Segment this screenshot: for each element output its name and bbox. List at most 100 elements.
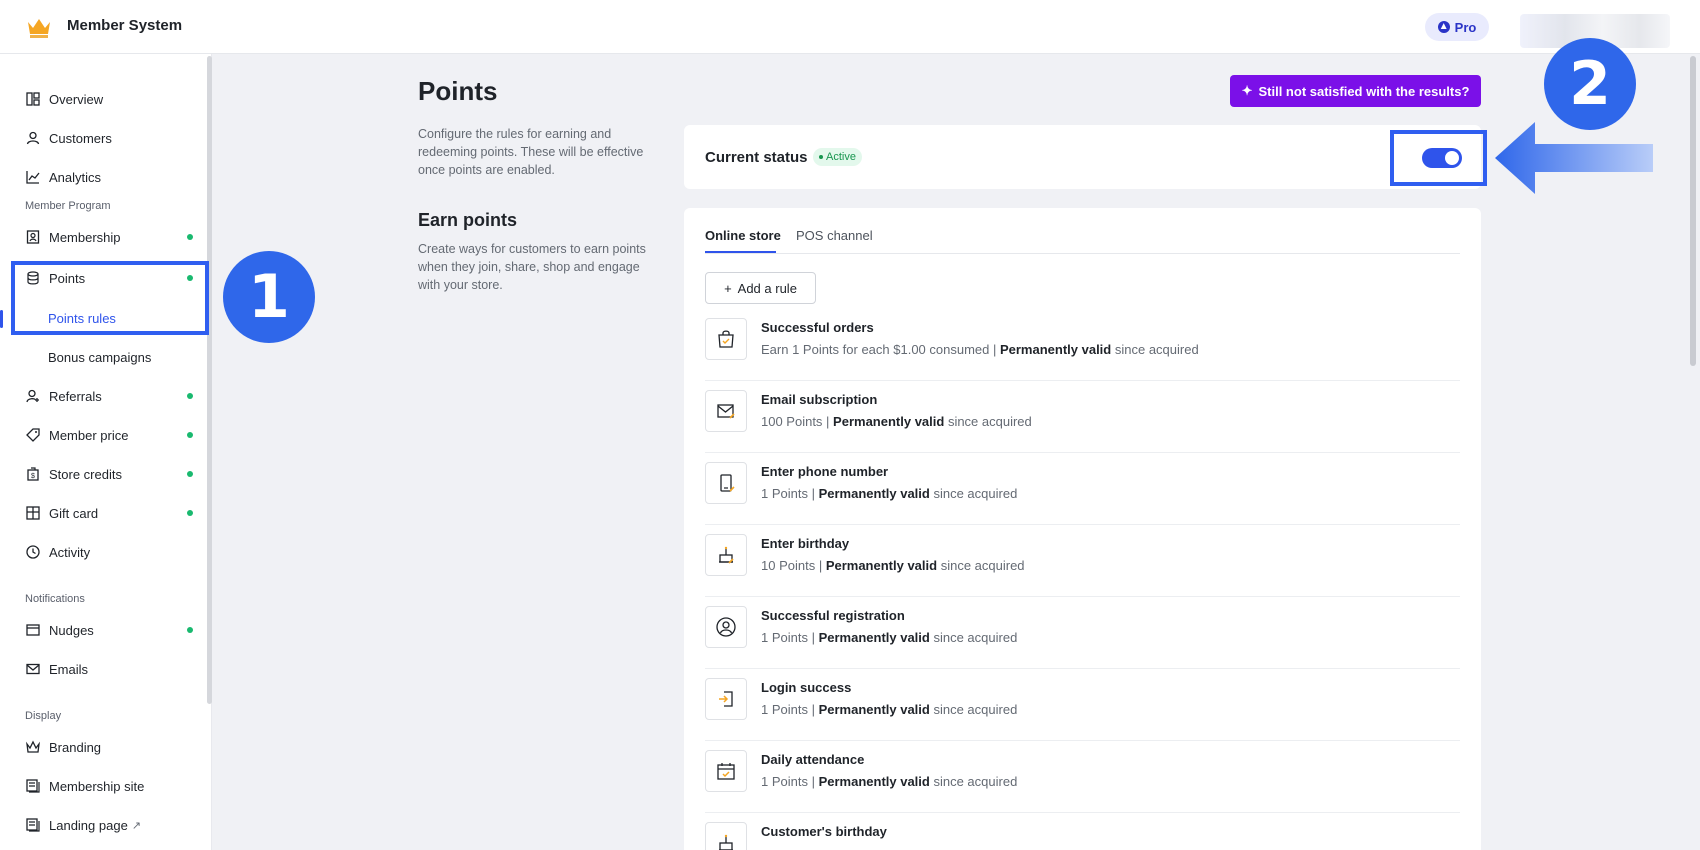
user-icon <box>25 131 40 146</box>
page-icon <box>25 779 40 794</box>
crown-logo-icon <box>28 19 50 38</box>
rule-item[interactable]: Login success 1 Points | Permanently val… <box>705 669 1460 741</box>
rule-description: 1 Points | Permanently valid since acqui… <box>761 702 1018 717</box>
step-number-2: 2 <box>1544 38 1636 130</box>
mail-icon <box>25 662 40 677</box>
svg-text:$: $ <box>31 473 35 480</box>
rule-item[interactable]: Customer's birthday <box>705 813 1460 850</box>
sidebar-item-label: Activity <box>49 544 91 560</box>
user-add-icon <box>25 389 40 404</box>
sidebar-item-label: Customers <box>49 130 112 146</box>
sidebar-item-label: Membership site <box>49 778 145 794</box>
tab-online-store[interactable]: Online store <box>705 228 781 243</box>
active-tab-underline <box>705 251 776 253</box>
step-number-1: 1 <box>223 251 315 343</box>
rule-title: Email subscription <box>761 392 878 407</box>
rule-title: Successful registration <box>761 608 905 623</box>
sidebar-item-membership[interactable]: Membership <box>0 219 205 255</box>
rule-description: Earn 1 Points for each $1.00 consumed | … <box>761 342 1199 357</box>
sparkle-icon: ✦ <box>1241 83 1253 98</box>
sidebar-item-label: Membership <box>49 229 121 245</box>
sidebar-item-gift-card[interactable]: Gift card <box>0 495 205 531</box>
earn-points-description: Create ways for customers to earn points… <box>418 242 646 292</box>
tab-pos-channel[interactable]: POS channel <box>796 228 873 243</box>
sidebar-item-analytics[interactable]: Analytics <box>0 159 205 195</box>
pro-plan-badge[interactable]: ▲ Pro <box>1425 13 1489 41</box>
phone-icon <box>705 462 747 504</box>
rule-title: Login success <box>761 680 852 695</box>
rule-item[interactable]: Enter birthday 10 Points | Permanently v… <box>705 525 1460 597</box>
status-card: Current status Active <box>684 125 1481 189</box>
clock-icon <box>25 545 40 560</box>
sidebar-item-label: Landing page <box>49 817 128 833</box>
rule-description: 100 Points | Permanently valid since acq… <box>761 414 1032 429</box>
add-rule-button[interactable]: + Add a rule <box>705 272 816 304</box>
sidebar-item-nudges[interactable]: Nudges <box>0 612 205 648</box>
rule-description: 1 Points | Permanently valid since acqui… <box>761 486 1018 501</box>
status-dot <box>187 393 193 399</box>
rule-description: 1 Points | Permanently valid since acqui… <box>761 630 1018 645</box>
tag-icon <box>25 428 40 443</box>
rule-title: Daily attendance <box>761 752 865 767</box>
sidebar-item-branding[interactable]: Branding <box>0 729 205 765</box>
badge-icon <box>25 230 40 245</box>
status-dot <box>187 510 193 516</box>
plus-icon: + <box>724 280 732 296</box>
ai-button-label: Still not satisfied with the results? <box>1258 83 1470 99</box>
sidebar-item-label: Overview <box>49 91 104 107</box>
chart-icon <box>25 170 40 185</box>
gift-icon <box>25 506 40 521</box>
arrow-left-icon <box>1495 122 1653 194</box>
sidebar-scrollbar[interactable] <box>207 56 212 704</box>
account-icon <box>705 606 747 648</box>
sidebar-subitem-bonus-campaigns[interactable]: Bonus campaigns <box>0 339 205 375</box>
sidebar-item-label: Gift card <box>49 505 99 521</box>
status-value: Active <box>826 151 856 163</box>
sidebar-item-membership-site[interactable]: Membership site <box>0 768 205 804</box>
crown-icon <box>25 740 40 755</box>
sidebar-item-label: Branding <box>49 739 102 755</box>
rule-item[interactable]: Successful registration 1 Points | Perma… <box>705 597 1460 669</box>
rule-item[interactable]: Enter phone number 1 Points | Permanentl… <box>705 453 1460 525</box>
page-title: Points <box>418 76 498 106</box>
status-dot <box>187 234 193 240</box>
rule-item[interactable]: Daily attendance 1 Points | Permanently … <box>705 741 1460 813</box>
active-indicator <box>0 310 3 328</box>
rule-description: 10 Points | Permanently valid since acqu… <box>761 558 1025 573</box>
top-bar: Member System ▲ Pro <box>0 0 1700 54</box>
rule-title: Customer's birthday <box>761 824 887 839</box>
status-dot <box>187 627 193 633</box>
ai-suggestion-button[interactable]: ✦ Still not satisfied with the results? <box>1230 75 1481 107</box>
rule-title: Enter phone number <box>761 464 889 479</box>
calendar-icon <box>705 750 747 792</box>
main-scrollbar[interactable] <box>1690 56 1696 366</box>
highlight-box-toggle <box>1390 130 1487 186</box>
sidebar-item-member-price[interactable]: Member price <box>0 417 205 453</box>
rule-item[interactable]: Successful orders Earn 1 Points for each… <box>705 309 1460 381</box>
sidebar-item-activity[interactable]: Activity <box>0 534 205 570</box>
sidebar-item-customers[interactable]: Customers <box>0 120 205 156</box>
page-icon <box>25 818 40 833</box>
rule-item[interactable]: Email subscription 100 Points | Permanen… <box>705 381 1460 453</box>
sidebar-item-referrals[interactable]: Referrals <box>0 378 205 414</box>
status-label: Current status <box>705 149 808 166</box>
add-rule-label: Add a rule <box>737 280 797 296</box>
wallet-icon: $ <box>25 467 40 482</box>
status-dot <box>187 471 193 477</box>
external-link-icon: ↗ <box>131 819 142 832</box>
sidebar-item-landing-page[interactable]: Landing page ↗ <box>0 807 205 843</box>
sidebar-item-overview[interactable]: Overview <box>0 81 205 117</box>
pro-label: Pro <box>1454 19 1477 35</box>
app-title: Member System <box>67 17 183 34</box>
sidebar-item-label: Store credits <box>49 466 122 482</box>
rule-title: Enter birthday <box>761 536 850 551</box>
status-badge: Active <box>813 148 862 166</box>
highlight-box-points <box>11 261 209 335</box>
rule-description: 1 Points | Permanently valid since acqui… <box>761 774 1018 789</box>
shopping-bag-icon <box>705 318 747 360</box>
rules-card: Online store POS channel + Add a rule Su… <box>684 208 1481 850</box>
sidebar-item-emails[interactable]: Emails <box>0 651 205 687</box>
sidebar-item-store-credits[interactable]: $ Store credits <box>0 456 205 492</box>
nudge-icon <box>25 623 40 638</box>
dashboard-icon <box>25 92 40 107</box>
